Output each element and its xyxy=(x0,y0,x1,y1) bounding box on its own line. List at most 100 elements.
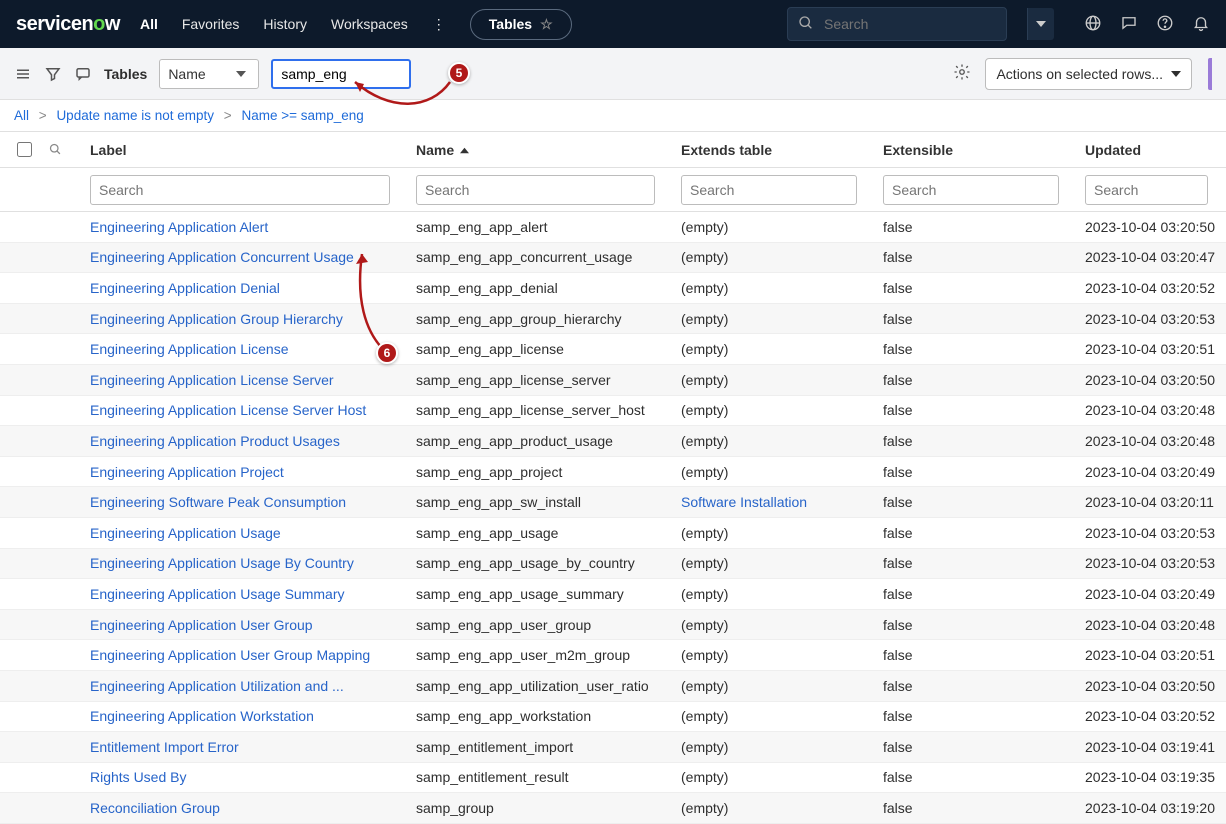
record-link[interactable]: Engineering Application Usage Summary xyxy=(90,586,344,602)
table-row[interactable]: Engineering Application Alertsamp_eng_ap… xyxy=(0,212,1226,243)
nav-favorites[interactable]: Favorites xyxy=(182,16,240,32)
cell-extensible: false xyxy=(875,708,1077,724)
cell-extends: (empty) xyxy=(673,311,875,327)
table-row[interactable]: Engineering Application Usage By Country… xyxy=(0,549,1226,580)
global-search[interactable] xyxy=(787,7,1007,41)
breadcrumb-all[interactable]: All xyxy=(14,108,29,123)
table-row[interactable]: Engineering Application Denialsamp_eng_a… xyxy=(0,273,1226,304)
record-link[interactable]: Engineering Application Concurrent Usage xyxy=(90,249,354,265)
record-link[interactable]: Engineering Application Utilization and … xyxy=(90,678,344,694)
table-row[interactable]: Engineering Software Peak Consumptionsam… xyxy=(0,487,1226,518)
record-link[interactable]: Engineering Application Usage By Country xyxy=(90,555,354,571)
record-link[interactable]: Engineering Software Peak Consumption xyxy=(90,494,346,510)
record-link[interactable]: Engineering Application Denial xyxy=(90,280,280,296)
table-row[interactable]: Rights Used Bysamp_entitlement_result(em… xyxy=(0,763,1226,794)
global-search-dropdown[interactable] xyxy=(1027,8,1054,40)
cell-extensible: false xyxy=(875,219,1077,235)
table-header: Label Name Extends table Extensible Upda… xyxy=(0,132,1226,168)
record-link[interactable]: Reconciliation Group xyxy=(90,800,220,816)
table-row[interactable]: Engineering Application User Group samp_e… xyxy=(0,610,1226,641)
cell-extensible: false xyxy=(875,739,1077,755)
cell-name: samp_eng_app_user_group xyxy=(408,617,673,633)
cell-name: samp_eng_app_project xyxy=(408,464,673,480)
globe-icon[interactable] xyxy=(1084,14,1102,35)
table-row[interactable]: Reconciliation Groupsamp_group(empty)fal… xyxy=(0,793,1226,824)
record-link[interactable]: Engineering Application Project xyxy=(90,464,284,480)
record-link[interactable]: Engineering Application License xyxy=(90,341,288,357)
table-row[interactable]: Engineering Application Usage Summarysam… xyxy=(0,579,1226,610)
table-row[interactable]: Engineering Application User Group Mappi… xyxy=(0,640,1226,671)
nav-history[interactable]: History xyxy=(263,16,307,32)
table-row[interactable]: Entitlement Import Error samp_entitlement… xyxy=(0,732,1226,763)
search-name-input[interactable] xyxy=(416,175,655,205)
cell-extends: (empty) xyxy=(673,647,875,663)
row-search-icon[interactable] xyxy=(48,142,82,157)
chat-icon[interactable] xyxy=(1120,14,1138,35)
record-link[interactable]: Engineering Application License Server H… xyxy=(90,402,366,418)
breadcrumb-1[interactable]: Update name is not empty xyxy=(56,108,214,123)
help-icon[interactable] xyxy=(1156,14,1174,35)
search-label-input[interactable] xyxy=(90,175,390,205)
cell-name: samp_eng_app_product_usage xyxy=(408,433,673,449)
table-row[interactable]: Engineering Application Licensesamp_eng_… xyxy=(0,334,1226,365)
record-link[interactable]: Engineering Application License Server xyxy=(90,372,334,388)
star-icon[interactable]: ☆ xyxy=(540,16,553,33)
search-extensible-input[interactable] xyxy=(883,175,1059,205)
tables-pill[interactable]: Tables ☆ xyxy=(470,9,572,40)
record-link[interactable]: Engineering Application User Group xyxy=(90,617,313,633)
global-search-input[interactable] xyxy=(824,16,1006,32)
cell-updated: 2023-10-04 03:20:49 xyxy=(1077,464,1226,480)
record-link[interactable]: Engineering Application Product Usages xyxy=(90,433,340,449)
nav-more-icon[interactable]: ⋮ xyxy=(432,16,446,33)
record-link[interactable]: Rights Used By xyxy=(90,769,186,785)
table-row[interactable]: Engineering Application Usagesamp_eng_ap… xyxy=(0,518,1226,549)
table-row[interactable]: Engineering Application Utilization and … xyxy=(0,671,1226,702)
bell-icon[interactable] xyxy=(1192,14,1210,35)
right-rail-handle[interactable] xyxy=(1208,58,1212,90)
col-header-name[interactable]: Name xyxy=(408,142,673,158)
cell-updated: 2023-10-04 03:19:41 xyxy=(1077,739,1226,755)
cell-name: samp_entitlement_import xyxy=(408,739,673,755)
record-link[interactable]: Engineering Application Usage xyxy=(90,525,281,541)
cell-extensible: false xyxy=(875,525,1077,541)
cell-updated: 2023-10-04 03:20:52 xyxy=(1077,708,1226,724)
annotation-badge-5: 5 xyxy=(448,62,470,84)
filter-icon[interactable] xyxy=(44,65,62,83)
breadcrumb-2[interactable]: Name >= samp_eng xyxy=(241,108,363,123)
cell-updated: 2023-10-04 03:20:53 xyxy=(1077,311,1226,327)
actions-dropdown[interactable]: Actions on selected rows... xyxy=(985,58,1192,90)
col-header-extends[interactable]: Extends table xyxy=(673,142,875,158)
cell-name: samp_eng_app_concurrent_usage xyxy=(408,249,673,265)
table-row[interactable]: Engineering Application License Server H… xyxy=(0,396,1226,427)
comment-icon[interactable] xyxy=(74,65,92,83)
table-row[interactable]: Engineering Application Product Usages sa… xyxy=(0,426,1226,457)
cell-extensible: false xyxy=(875,800,1077,816)
list-title: Tables xyxy=(104,66,147,82)
table-row[interactable]: Engineering Application Workstationsamp_… xyxy=(0,702,1226,733)
cell-extends: (empty) xyxy=(673,249,875,265)
search-field-input[interactable] xyxy=(271,59,411,89)
record-link[interactable]: Engineering Application Group Hierarchy xyxy=(90,311,343,327)
brand-logo[interactable]: servicenow xyxy=(16,13,120,36)
record-link[interactable]: Engineering Application Alert xyxy=(90,219,268,235)
select-all-checkbox[interactable] xyxy=(17,142,32,157)
extends-link[interactable]: Software Installation xyxy=(681,494,807,510)
col-header-label[interactable]: Label xyxy=(82,142,408,158)
table-row[interactable]: Engineering Application Concurrent Usage… xyxy=(0,243,1226,274)
table-row[interactable]: Engineering Application Project samp_eng_… xyxy=(0,457,1226,488)
nav-workspaces[interactable]: Workspaces xyxy=(331,16,408,32)
record-link[interactable]: Engineering Application Workstation xyxy=(90,708,314,724)
table-row[interactable]: Engineering Application Group Hierarchys… xyxy=(0,304,1226,335)
nav-all[interactable]: All xyxy=(140,16,158,32)
search-updated-input[interactable] xyxy=(1085,175,1208,205)
gear-icon[interactable] xyxy=(953,63,971,84)
col-header-updated[interactable]: Updated xyxy=(1077,142,1226,158)
search-field-select[interactable]: Name xyxy=(159,59,259,89)
cell-extensible: false xyxy=(875,433,1077,449)
menu-icon[interactable] xyxy=(14,65,32,83)
table-row[interactable]: Engineering Application License Serversa… xyxy=(0,365,1226,396)
col-header-extensible[interactable]: Extensible xyxy=(875,142,1077,158)
record-link[interactable]: Entitlement Import Error xyxy=(90,739,239,755)
record-link[interactable]: Engineering Application User Group Mappi… xyxy=(90,647,370,663)
search-extends-input[interactable] xyxy=(681,175,857,205)
